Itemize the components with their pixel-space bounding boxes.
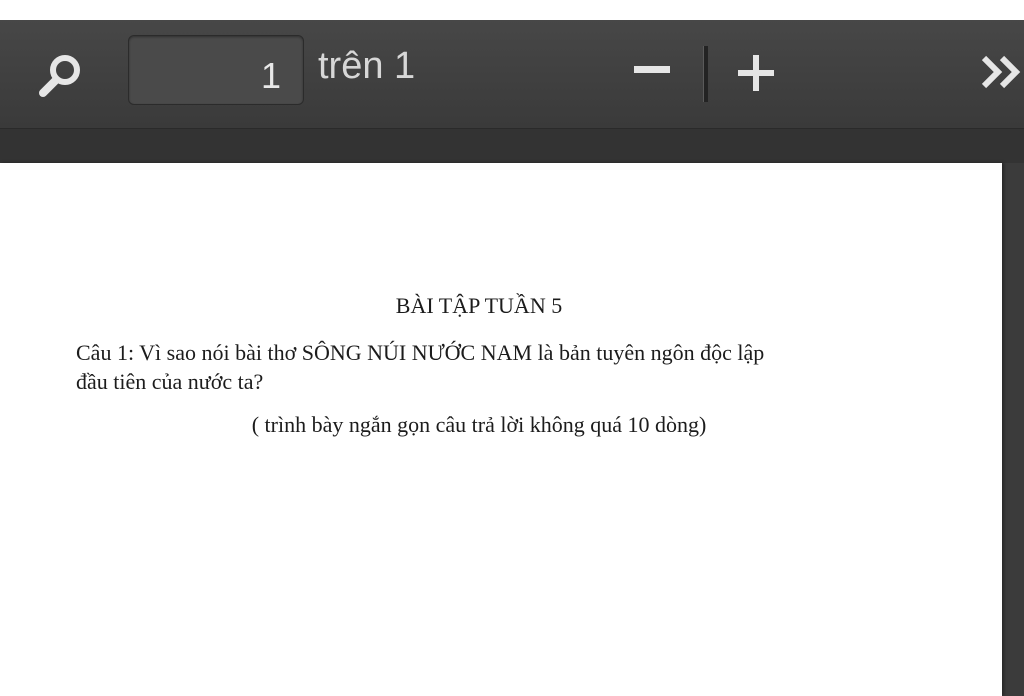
search-button[interactable] (36, 50, 86, 100)
document-title: BÀI TẬP TUẦN 5 (395, 293, 563, 318)
pdf-toolbar: trên 1 (0, 20, 1024, 129)
question-text: Câu 1: Vì sao nói bài thơ SÔNG NÚI NƯỚC … (76, 338, 896, 396)
zoom-in-button[interactable] (733, 50, 779, 96)
question-line-1: Câu 1: Vì sao nói bài thơ SÔNG NÚI NƯỚC … (76, 340, 765, 365)
more-tools-button[interactable] (978, 50, 1024, 96)
search-icon (39, 55, 80, 97)
page-number-input[interactable] (128, 35, 304, 105)
document-viewer[interactable]: BÀI TẬP TUẦN 5 Câu 1: Vì sao nói bài thơ… (0, 129, 1024, 696)
instruction-text: ( trình bày ngắn gọn câu trả lời không q… (251, 412, 707, 437)
pdf-page: BÀI TẬP TUẦN 5 Câu 1: Vì sao nói bài thơ… (0, 163, 1002, 696)
zoom-separator (703, 46, 708, 102)
question-line-2: đầu tiên của nước ta? (76, 369, 264, 394)
double-chevron-right-icon (981, 55, 1021, 89)
zoom-out-button[interactable] (628, 44, 676, 92)
viewer-top-band (0, 129, 1024, 163)
plus-icon (738, 55, 774, 91)
minus-icon (634, 66, 670, 73)
page-total-label: trên 1 (318, 45, 416, 87)
window-top-strip (0, 0, 1024, 20)
